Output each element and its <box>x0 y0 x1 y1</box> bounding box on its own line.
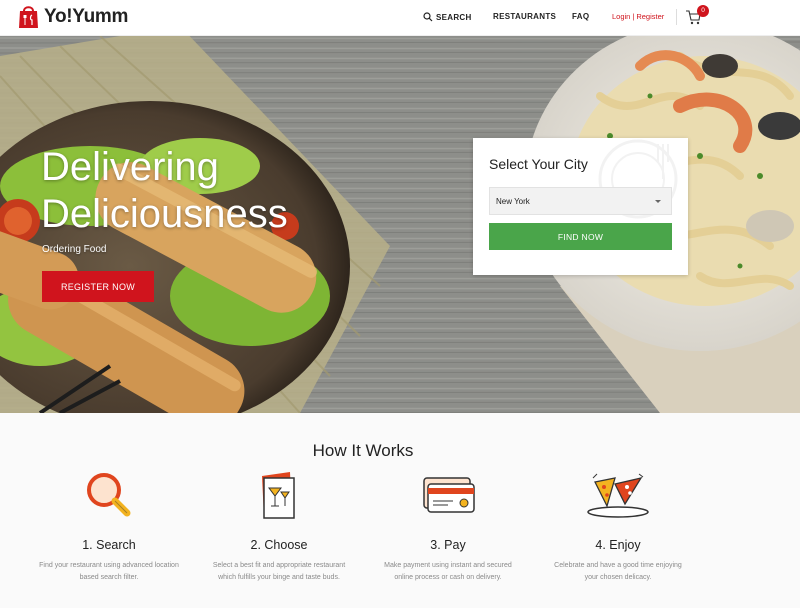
step-description-line: Make payment using instant and secured <box>384 562 512 569</box>
nav-search-label: SEARCH <box>436 12 472 22</box>
hero-subtitle: Ordering Food <box>42 244 107 255</box>
step-description-line: online process or cash on delivery. <box>394 574 502 581</box>
city-select-panel: Select Your City New York FIND NOW <box>473 138 688 275</box>
nav-search[interactable]: SEARCH <box>423 12 472 22</box>
step-choose: 2. Choose Select a best fit and appropri… <box>194 470 364 584</box>
city-select-dropdown[interactable]: New York <box>489 187 672 215</box>
how-it-works-section: How It Works 1. Search Find your restaur… <box>0 413 800 608</box>
magnifier-icon <box>87 473 131 517</box>
step-title: 4. Enjoy <box>595 538 641 552</box>
site-header: Yo!Yumm SEARCH RESTAURANTS FAQ Login | Reg… <box>0 0 800 36</box>
step-description-line: based search filter. <box>79 574 139 581</box>
hero-title: Delivering Deliciousness <box>41 144 288 238</box>
credit-card-icon <box>423 477 475 513</box>
step-description-line: Find your restaurant using advanced loca… <box>39 562 179 569</box>
logo-text: Yo!Yumm <box>44 6 129 27</box>
hero-title-line1: Delivering <box>41 145 219 189</box>
search-icon <box>423 12 433 22</box>
logo-bag-icon <box>19 6 38 28</box>
step-title: 1. Search <box>82 538 136 552</box>
step-description: Celebrate and have a good time enjoying … <box>533 560 703 584</box>
step-description-line: Celebrate and have a good time enjoying <box>554 562 682 569</box>
pizza-plate-icon <box>587 473 649 518</box>
city-panel-title: Select Your City <box>489 156 588 172</box>
menu-cocktail-icon <box>262 472 295 519</box>
step-description: Make payment using instant and secured o… <box>363 560 533 584</box>
step-description: Select a best fit and appropriate restau… <box>194 560 364 584</box>
step-description-line: Select a best fit and appropriate restau… <box>212 562 346 569</box>
find-now-button[interactable]: FIND NOW <box>489 223 672 250</box>
hero-title-line2: Deliciousness <box>41 192 288 236</box>
how-it-works-title: How It Works <box>312 441 414 460</box>
step-description-line: your chosen delicacy. <box>584 574 652 581</box>
chevron-down-icon <box>655 200 661 203</box>
nav-restaurants[interactable]: RESTAURANTS <box>493 12 556 21</box>
logo[interactable]: Yo!Yumm <box>17 5 128 29</box>
step-enjoy: 4. Enjoy Celebrate and have a good time … <box>533 470 703 584</box>
city-select-value: New York <box>496 196 530 206</box>
header-divider <box>676 9 677 25</box>
login-separator: | <box>632 12 635 21</box>
register-link[interactable]: Register <box>636 12 664 21</box>
hero-section: Delivering Deliciousness Ordering Food R… <box>0 36 800 413</box>
login-link[interactable]: Login <box>612 12 630 21</box>
step-description: Find your restaurant using advanced loca… <box>24 560 194 584</box>
step-title: 2. Choose <box>250 538 308 552</box>
login-register-links: Login | Register <box>612 12 664 21</box>
nav-faq[interactable]: FAQ <box>572 12 589 21</box>
step-pay: 3. Pay Make payment using instant and se… <box>363 470 533 584</box>
register-now-button[interactable]: REGISTER NOW <box>42 271 154 302</box>
step-description-line: which fulfills your binge and taste buds… <box>218 574 340 581</box>
cart-count-badge: 0 <box>697 5 709 17</box>
step-search: 1. Search Find your restaurant using adv… <box>24 470 194 584</box>
step-title: 3. Pay <box>430 538 466 552</box>
